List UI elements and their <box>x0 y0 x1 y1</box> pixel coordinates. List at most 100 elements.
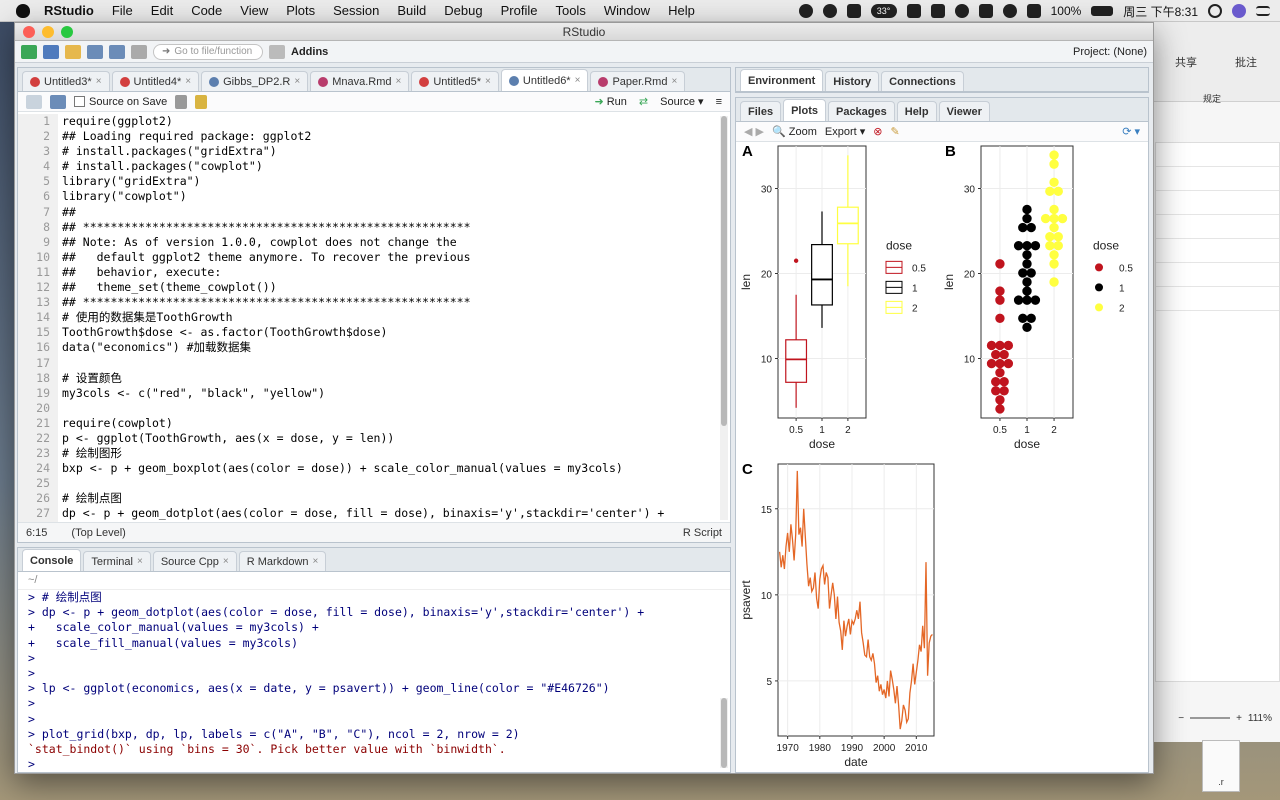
code-line[interactable]: 6 library("cowplot") <box>18 189 716 205</box>
goto-file-input[interactable]: ➜ Go to file/function <box>153 43 263 60</box>
code-line[interactable]: 18 # 设置颜色 <box>18 370 716 386</box>
code-line[interactable]: 10 ## default ggplot2 theme anymore. To r… <box>18 249 716 265</box>
code-line[interactable]: 3 # install.packages("gridExtra") <box>18 144 716 160</box>
tab-source-cpp[interactable]: Source Cpp × <box>152 551 237 571</box>
spotlight-icon[interactable] <box>1208 4 1222 18</box>
code-text[interactable]: require(ggplot2) <box>58 114 173 129</box>
code-line[interactable]: 25 <box>18 476 716 492</box>
editor-tab[interactable]: Untitled5* × <box>411 71 499 91</box>
code-line[interactable]: 24 bxp <- p + geom_boxplot(aes(color = do… <box>18 461 716 477</box>
code-line[interactable]: 23 # 绘制图形 <box>18 446 716 462</box>
code-line[interactable]: 12 ## theme_set(theme_cowplot()) <box>18 280 716 296</box>
tab-console[interactable]: Console <box>22 549 82 571</box>
editor-tab[interactable]: Untitled3* × <box>22 71 110 91</box>
close-icon[interactable]: × <box>137 556 143 567</box>
editor-scrollbar[interactable] <box>720 116 728 520</box>
remove-plot-icon[interactable]: ⊗ <box>873 125 882 138</box>
code-line[interactable]: 2 ## Loading required package: ggplot2 <box>18 129 716 145</box>
code-text[interactable]: ## theme_set(theme_cowplot()) <box>58 280 277 295</box>
code-line[interactable]: 1 require(ggplot2) <box>18 114 716 130</box>
search-icon[interactable] <box>175 94 188 109</box>
code-text[interactable]: ## *************************************… <box>58 295 471 310</box>
code-line[interactable]: 26 # 绘制点图 <box>18 491 716 507</box>
editor-tab[interactable]: Mnava.Rmd × <box>310 71 410 91</box>
code-text[interactable]: dp <- p + geom_dotplot(aes(color = dose,… <box>58 506 664 521</box>
zoom-control[interactable]: − + 111% <box>1161 710 1272 726</box>
new-project-icon[interactable] <box>43 44 59 59</box>
code-text[interactable]: ## <box>58 205 76 220</box>
editor-tab[interactable]: Untitled4* × <box>111 71 200 91</box>
tab-history[interactable]: History <box>825 71 880 91</box>
publish-icon[interactable]: ⟳ ▾ <box>1122 125 1140 138</box>
code-line[interactable]: 9 ## Note: As of version 1.0.0, cowplot d… <box>18 234 716 250</box>
code-line[interactable]: 16 data("economics") #加载数据集 <box>18 340 716 356</box>
close-icon[interactable]: × <box>294 76 300 87</box>
save-icon[interactable] <box>87 44 103 59</box>
minimize-window-button[interactable] <box>42 26 54 38</box>
code-line[interactable]: 13 ## ***********************************… <box>18 295 716 311</box>
code-text[interactable]: ## Note: As of version 1.0.0, cowplot do… <box>58 235 457 250</box>
editor-tab[interactable]: Gibbs_DP2.R × <box>201 71 309 91</box>
close-icon[interactable]: × <box>671 76 677 87</box>
close-icon[interactable]: × <box>223 556 229 567</box>
code-line[interactable]: 21 require(cowplot) <box>18 415 716 431</box>
apple-icon[interactable] <box>16 3 30 18</box>
menu-plots[interactable]: Plots <box>286 3 315 18</box>
code-text[interactable]: p <- ggplot(ToothGrowth, aes(x = dose, y… <box>58 431 394 446</box>
code-line[interactable]: 5 library("gridExtra") <box>18 174 716 190</box>
eject-icon[interactable] <box>1026 4 1041 18</box>
menu-build[interactable]: Build <box>397 3 426 18</box>
code-line[interactable]: 17 <box>18 355 716 371</box>
rerun-icon[interactable]: ⇄ <box>639 95 648 108</box>
workspace-panes-icon[interactable] <box>269 44 285 59</box>
code-text[interactable]: ## Loading required package: ggplot2 <box>58 129 311 144</box>
tab-plots[interactable]: Plots <box>783 99 826 121</box>
code-text[interactable]: library("gridExtra") <box>58 174 200 189</box>
notification-icon[interactable] <box>846 4 861 18</box>
outline-icon[interactable]: ≡ <box>716 96 722 108</box>
addins-menu[interactable]: Addins <box>291 46 328 58</box>
export-button[interactable]: Export ▾ <box>825 125 865 138</box>
close-icon[interactable]: × <box>575 75 581 86</box>
code-text[interactable]: # install.packages("gridExtra") <box>58 144 277 159</box>
code-line[interactable]: 27 dp <- p + geom_dotplot(aes(color = dos… <box>18 506 716 522</box>
tab-packages[interactable]: Packages <box>827 101 895 121</box>
menu-app-name[interactable]: RStudio <box>44 3 94 18</box>
code-text[interactable]: data("economics") #加载数据集 <box>58 340 251 355</box>
code-line[interactable]: 14 # 使用的数据集是ToothGrowth <box>18 310 716 326</box>
menu-edit[interactable]: Edit <box>151 3 173 18</box>
clock[interactable]: 周三 下午8:31 <box>1123 3 1198 20</box>
code-text[interactable]: require(cowplot) <box>58 416 173 431</box>
file-icon[interactable]: .r <box>1202 740 1240 792</box>
wifi-icon[interactable] <box>1002 4 1017 18</box>
broom-icon[interactable]: ✎ <box>890 125 899 138</box>
code-text[interactable] <box>58 476 62 491</box>
editor-tab[interactable]: Paper.Rmd × <box>590 71 686 91</box>
code-text[interactable]: library("cowplot") <box>58 189 187 204</box>
edit-icon[interactable] <box>930 4 945 18</box>
open-file-icon[interactable] <box>65 44 81 59</box>
wechat-icon[interactable] <box>822 4 837 18</box>
screen-icon[interactable] <box>906 4 921 18</box>
record-icon[interactable] <box>798 4 813 18</box>
plot-back-icon[interactable]: ◀ ▶ <box>744 125 764 138</box>
code-text[interactable]: ## behavior, execute: <box>58 265 221 280</box>
zoom-window-button[interactable] <box>61 26 73 38</box>
code-line[interactable]: 19 my3cols <- c("red", "black", "yellow") <box>18 385 716 401</box>
code-line[interactable]: 11 ## behavior, execute: <box>18 264 716 281</box>
code-editor[interactable]: 1 require(ggplot2) 2 ## Loading required pa… <box>18 114 716 522</box>
close-icon[interactable]: × <box>396 76 402 87</box>
code-text[interactable] <box>58 356 62 371</box>
bluetooth-icon[interactable] <box>954 4 969 18</box>
editor-tab[interactable]: Untitled6* × <box>500 69 589 91</box>
zoom-button[interactable]: 🔍 Zoom <box>772 125 817 138</box>
code-line[interactable]: 22 p <- ggplot(ToothGrowth, aes(x = dose,… <box>18 430 716 447</box>
close-icon[interactable]: × <box>485 76 491 87</box>
code-line[interactable]: 7 ## <box>18 204 716 220</box>
console-output[interactable]: > # 绘制点图 > dp <- p + geom_dotplot(aes(col… <box>18 590 716 772</box>
magic-wand-icon[interactable] <box>195 94 208 109</box>
code-text[interactable]: my3cols <- c("red", "black", "yellow") <box>58 386 325 401</box>
code-text[interactable]: # 使用的数据集是ToothGrowth <box>58 310 233 325</box>
code-line[interactable]: 8 ## ************************************… <box>18 219 716 235</box>
back-forward-icon[interactable] <box>26 94 42 109</box>
